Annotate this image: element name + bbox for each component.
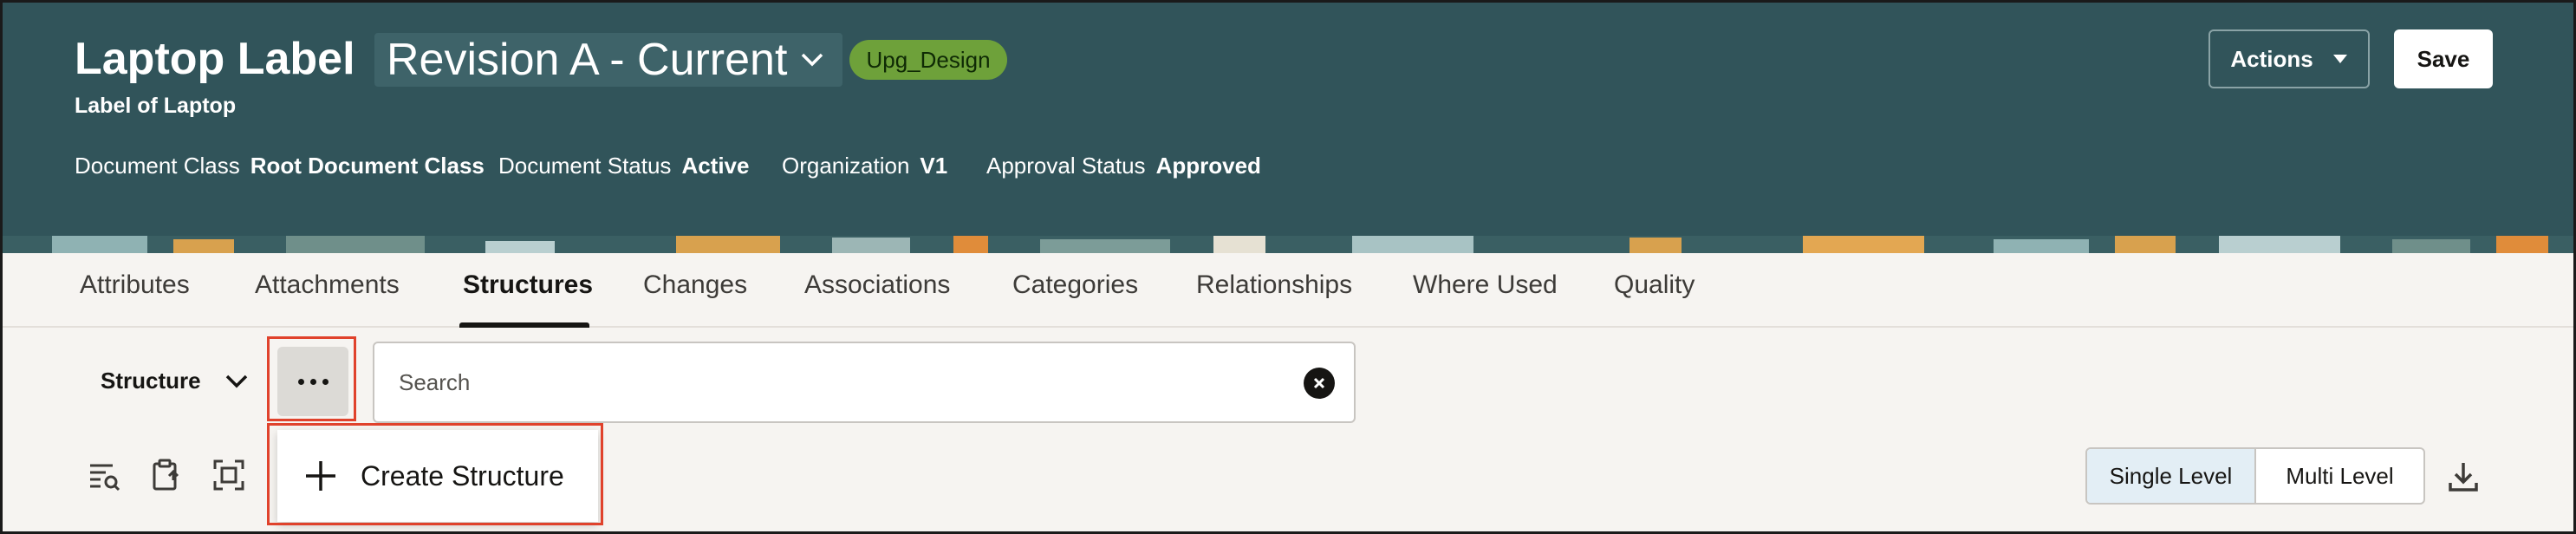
structure-selector[interactable]: Structure <box>101 368 248 394</box>
actions-button[interactable]: Actions <box>2208 29 2370 88</box>
menu-item-label: Create Structure <box>361 459 564 492</box>
chevron-down-icon <box>801 47 827 73</box>
caret-down-icon <box>2332 55 2347 63</box>
meta-approval-status: Approval Status Approved <box>986 153 1261 179</box>
ellipsis-icon <box>297 378 304 385</box>
meta-value: Approved <box>1155 153 1261 179</box>
decorative-banner <box>0 236 2576 253</box>
status-badge: Upg_Design <box>849 40 1007 80</box>
create-structure-menu-item[interactable]: Create Structure <box>277 430 598 522</box>
tab-where-used[interactable]: Where Used <box>1413 270 1558 300</box>
download-icon[interactable] <box>2446 459 2481 494</box>
clear-search-icon[interactable] <box>1304 368 1335 399</box>
meta-value: Root Document Class <box>250 153 485 179</box>
filter-list-icon[interactable] <box>87 458 121 492</box>
save-button[interactable]: Save <box>2394 29 2493 88</box>
meta-label: Document Status <box>498 153 672 179</box>
actions-label: Actions <box>2230 45 2313 72</box>
meta-label: Document Class <box>75 153 240 179</box>
more-actions-button[interactable] <box>277 347 348 416</box>
tab-attachments[interactable]: Attachments <box>255 270 400 300</box>
revision-selector[interactable]: Revision A - Current <box>374 33 842 87</box>
tab-relationships[interactable]: Relationships <box>1196 270 1352 300</box>
page-header: Laptop Label Revision A - Current Upg_De… <box>0 0 2576 236</box>
level-toggle: Single Level Multi Level <box>2085 447 2425 505</box>
single-level-button[interactable]: Single Level <box>2087 449 2256 503</box>
meta-organization: Organization V1 <box>782 153 947 179</box>
tab-categories[interactable]: Categories <box>1012 270 1138 300</box>
active-tab-indicator <box>459 322 589 328</box>
meta-label: Approval Status <box>986 153 1146 179</box>
multi-level-button[interactable]: Multi Level <box>2256 449 2423 503</box>
plus-icon <box>306 461 335 491</box>
meta-document-class: Document Class Root Document Class <box>75 153 485 179</box>
page-subtitle: Label of Laptop <box>75 94 237 118</box>
tab-attributes[interactable]: Attributes <box>80 270 190 300</box>
paste-icon[interactable] <box>149 458 184 492</box>
page-title: Laptop Label <box>75 34 355 84</box>
meta-value: V1 <box>920 153 948 179</box>
search-placeholder: Search <box>399 369 471 395</box>
revision-label: Revision A - Current <box>387 35 788 85</box>
meta-document-status: Document Status Active <box>498 153 749 179</box>
tab-quality[interactable]: Quality <box>1614 270 1695 300</box>
search-field[interactable]: Search <box>373 342 1356 423</box>
meta-label: Organization <box>782 153 910 179</box>
fit-view-icon[interactable] <box>211 458 246 492</box>
chevron-down-icon <box>225 374 247 387</box>
tab-structures[interactable]: Structures <box>463 270 593 300</box>
tab-bar: Attributes Attachments Structures Change… <box>0 253 2576 328</box>
tab-associations[interactable]: Associations <box>804 270 950 300</box>
structure-label: Structure <box>101 368 201 394</box>
tab-changes[interactable]: Changes <box>643 270 747 300</box>
meta-value: Active <box>681 153 750 179</box>
